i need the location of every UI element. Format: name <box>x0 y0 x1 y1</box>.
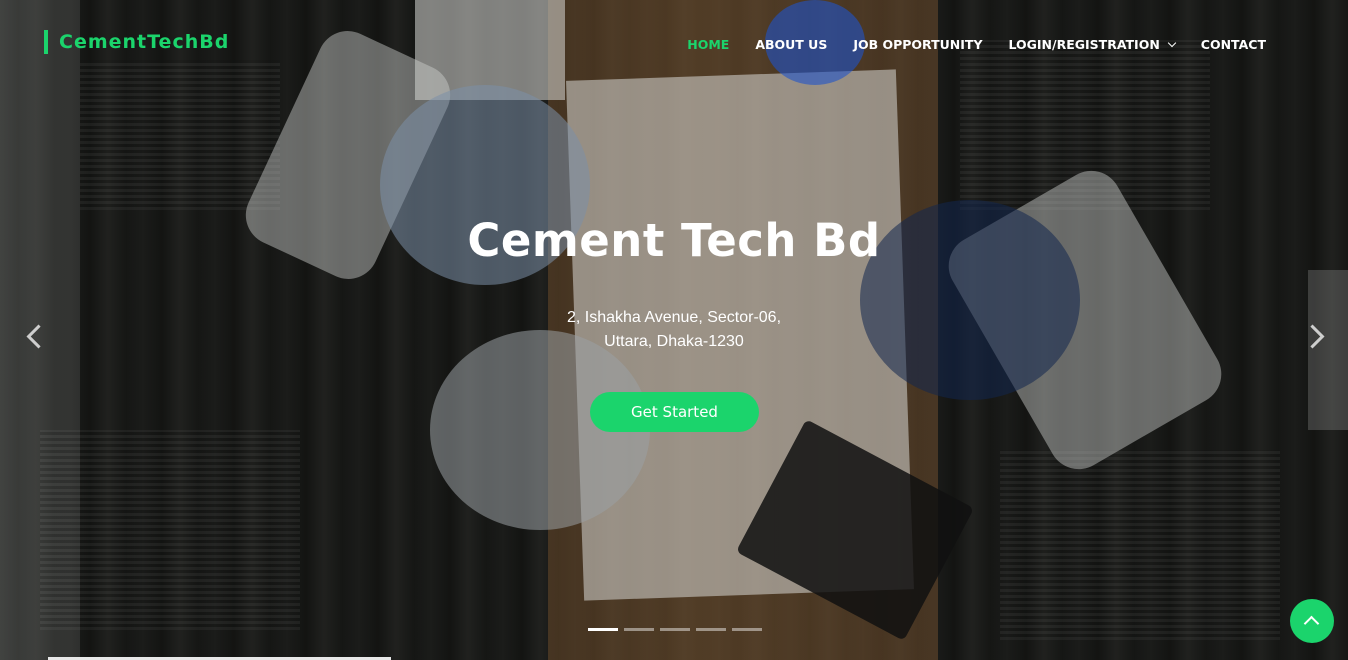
nav-login-registration[interactable]: LOGIN/REGISTRATION <box>1008 37 1177 52</box>
carousel-indicators <box>588 628 768 631</box>
chevron-down-icon <box>1167 38 1177 47</box>
carousel-indicator[interactable] <box>624 628 654 631</box>
site-logo[interactable]: CementTechBd <box>44 30 229 54</box>
hero-section: CementTechBd HOME ABOUT US JOB OPPORTUNI… <box>0 0 1348 660</box>
nav-about-us[interactable]: ABOUT US <box>755 37 827 52</box>
carousel-indicator[interactable] <box>660 628 690 631</box>
address-line-2: Uttara, Dhaka-1230 <box>604 333 744 350</box>
nav-contact[interactable]: CONTACT <box>1201 37 1266 52</box>
back-to-top-button[interactable] <box>1290 599 1334 643</box>
chevron-right-icon <box>1300 324 1325 349</box>
hero-title: Cement Tech Bd <box>467 214 881 267</box>
arrow-up-icon <box>1303 615 1320 632</box>
get-started-button[interactable]: Get Started <box>590 392 759 432</box>
carousel-indicator[interactable] <box>696 628 726 631</box>
carousel-indicator[interactable] <box>732 628 762 631</box>
chevron-left-icon <box>26 324 51 349</box>
hero-address: 2, Ishakha Avenue, Sector-06, Uttara, Dh… <box>0 306 1348 354</box>
carousel-prev-button[interactable] <box>22 322 51 349</box>
nav-job-opportunity[interactable]: JOB OPPORTUNITY <box>853 37 982 52</box>
background-decor <box>40 430 300 630</box>
nav-home[interactable]: HOME <box>687 37 729 52</box>
site-header: CementTechBd HOME ABOUT US JOB OPPORTUNI… <box>0 0 1348 88</box>
background-decor <box>1000 450 1280 640</box>
nav-login-registration-label: LOGIN/REGISTRATION <box>1008 37 1160 52</box>
address-line-1: 2, Ishakha Avenue, Sector-06, <box>566 309 782 326</box>
carousel-next-button[interactable] <box>1300 322 1328 349</box>
carousel-indicator[interactable] <box>588 628 618 631</box>
main-nav: HOME ABOUT US JOB OPPORTUNITY LOGIN/REGI… <box>661 37 1266 52</box>
